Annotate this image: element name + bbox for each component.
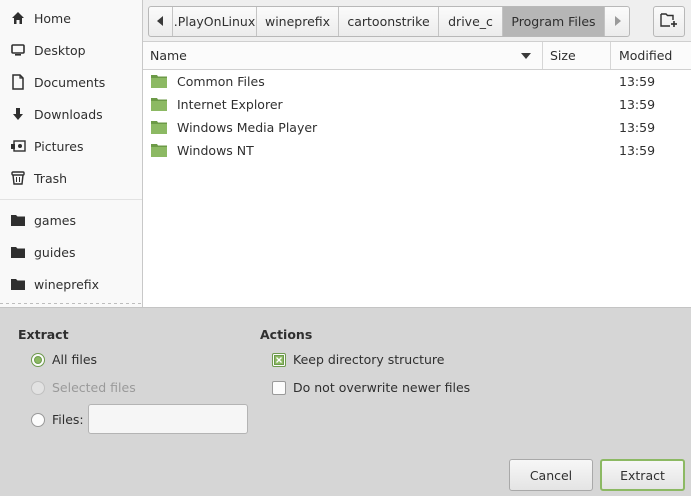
files-pattern-input[interactable] [88,404,248,434]
path-segment-playonlinux[interactable]: .PlayOnLinux [173,7,257,36]
downloads-icon [9,105,27,123]
sidebar-scroll-indicator [0,300,142,306]
sort-descending-icon [521,53,531,59]
selected-files-radio-option: Selected files [31,380,136,395]
path-segment-drive-c[interactable]: drive_c [439,7,503,36]
folder-icon [151,97,167,115]
path-segment-program-files[interactable]: Program Files [503,7,605,36]
sidebar-item-label: wineprefix [34,276,100,292]
file-name: Windows Media Player [177,120,318,135]
sidebar-item-label: Desktop [34,42,86,58]
sidebar-item-home[interactable]: Home [0,3,142,33]
sidebar-item-trash[interactable]: Trash [0,163,142,193]
sidebar-item-downloads[interactable]: Downloads [0,99,142,129]
folder-icon [151,120,167,138]
home-icon [9,9,27,27]
sidebar-bookmark-games[interactable]: games [0,205,142,235]
file-modified: 13:59 [619,74,656,89]
path-segment-wineprefix[interactable]: wineprefix [257,7,339,36]
folder-icon [151,74,167,92]
breadcrumb: .PlayOnLinux wineprefix cartoonstrike dr… [148,6,630,37]
extract-options-panel: Extract All files Selected files Files: … [0,307,691,496]
file-name: Common Files [177,74,265,89]
keep-structure-option[interactable]: Keep directory structure [272,352,444,367]
sidebar-item-pictures[interactable]: Pictures [0,131,142,161]
chevron-right-icon [613,14,621,29]
file-row[interactable]: Common Files 13:59 [143,70,691,93]
keep-structure-checkbox[interactable] [272,352,286,367]
column-name-label: Name [150,48,187,63]
new-folder-button[interactable] [653,6,685,37]
extract-button[interactable]: Extract [600,459,685,491]
column-size-label: Size [550,48,576,63]
all-files-radio[interactable] [31,352,45,367]
checkmark-icon [274,354,284,365]
all-files-label: All files [52,352,98,367]
sidebar-item-label: Pictures [34,138,84,154]
column-name-header[interactable]: Name [143,42,543,69]
new-folder-icon [660,12,678,32]
sidebar-item-desktop[interactable]: Desktop [0,35,142,65]
places-sidebar: Home Desktop Documents Downloads Picture… [0,0,143,307]
folder-icon [9,275,27,293]
desktop-icon [9,41,27,59]
path-bar: .PlayOnLinux wineprefix cartoonstrike dr… [143,0,691,42]
sidebar-item-label: guides [34,244,76,260]
selected-files-label: Selected files [52,380,136,395]
files-label: Files: [52,412,84,427]
file-modified: 13:59 [619,97,656,112]
trash-icon [9,169,27,187]
file-row[interactable]: Windows NT 13:59 [143,139,691,162]
files-radio[interactable] [31,412,45,427]
file-row[interactable]: Windows Media Player 13:59 [143,116,691,139]
sidebar-bookmark-guides[interactable]: guides [0,237,142,267]
column-size-header[interactable]: Size [543,42,611,69]
file-list: Name Size Modified Common Files 13:59 In… [143,42,691,307]
actions-section-title: Actions [260,327,313,342]
chevron-left-icon [156,14,165,29]
all-files-radio-option[interactable]: All files [31,352,97,367]
no-overwrite-option[interactable]: Do not overwrite newer files [272,380,470,395]
folder-icon [151,143,167,161]
sidebar-bookmark-wineprefix[interactable]: wineprefix [0,269,142,299]
file-modified: 13:59 [619,143,656,158]
path-scroll-right-button[interactable] [605,7,629,36]
sidebar-item-documents[interactable]: Documents [0,67,142,97]
cancel-button[interactable]: Cancel [509,459,593,491]
sidebar-separator [0,199,142,200]
no-overwrite-checkbox[interactable] [272,380,286,395]
folder-icon [9,243,27,261]
column-modified-label: Modified [619,48,673,63]
file-row[interactable]: Internet Explorer 13:59 [143,93,691,116]
column-header: Name Size Modified [143,42,691,70]
folder-icon [9,211,27,229]
path-segment-cartoonstrike[interactable]: cartoonstrike [339,7,439,36]
files-radio-option[interactable]: Files: [31,412,84,427]
keep-structure-label: Keep directory structure [293,352,445,367]
file-name: Windows NT [177,143,254,158]
no-overwrite-label: Do not overwrite newer files [293,380,471,395]
sidebar-item-label: Downloads [34,106,103,122]
sidebar-item-label: Trash [34,170,68,186]
pictures-icon [9,137,27,155]
sidebar-item-label: Documents [34,74,106,90]
file-name: Internet Explorer [177,97,283,112]
sidebar-item-label: Home [34,10,71,26]
documents-icon [9,73,27,91]
column-modified-header[interactable]: Modified [611,42,691,69]
path-scroll-left-button[interactable] [149,7,173,36]
selected-files-radio [31,380,45,395]
file-modified: 13:59 [619,120,656,135]
extract-section-title: Extract [18,327,69,342]
sidebar-item-label: games [34,212,76,228]
